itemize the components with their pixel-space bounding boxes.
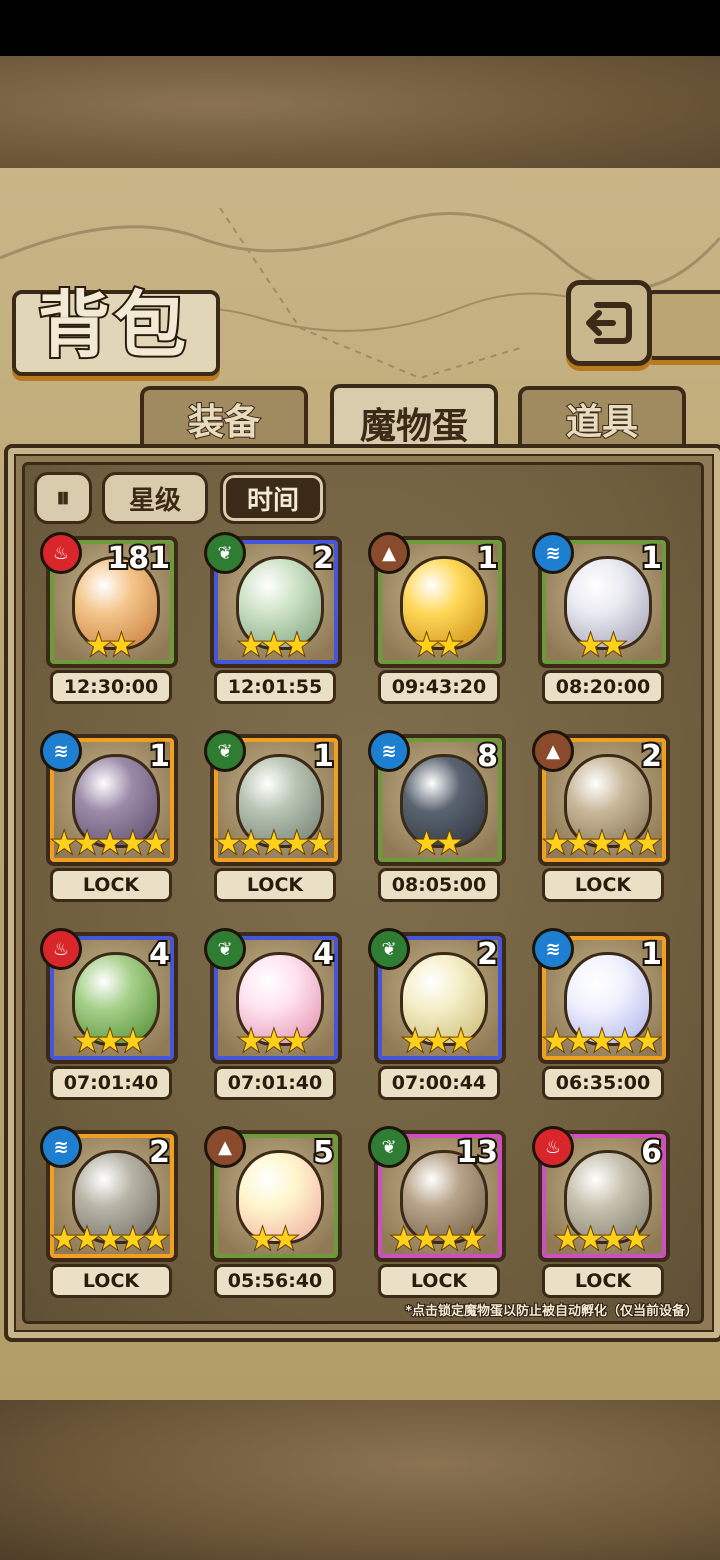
fire-element-icon: ♨ — [532, 1126, 574, 1168]
egg-card[interactable]: ❦ 13 ★★★★ LOCK — [368, 1126, 506, 1298]
star-rating: ★★★ — [401, 1024, 476, 1059]
hatch-timer[interactable]: LOCK — [542, 868, 664, 902]
egg-count: 1 — [311, 738, 336, 776]
hatch-timer[interactable]: LOCK — [378, 1264, 500, 1298]
egg-count: 1 — [475, 540, 500, 578]
hatch-timer[interactable]: LOCK — [50, 868, 172, 902]
star-rating: ★★★★★ — [214, 826, 334, 861]
egg-card[interactable]: ≋ 2 ★★★★★ LOCK — [40, 1126, 178, 1298]
egg-count: 2 — [639, 738, 664, 776]
hatch-timer[interactable]: 07:01:40 — [50, 1066, 172, 1100]
egg-card[interactable]: ♨ 4 ★★★ 07:01:40 — [40, 928, 178, 1100]
back-button[interactable] — [566, 280, 652, 366]
star-rating: ★★★★ — [553, 1222, 651, 1257]
star-rating: ★★ — [412, 628, 464, 663]
back-button-bar — [644, 290, 720, 360]
egg-card[interactable]: ▲ 2 ★★★★★ LOCK — [532, 730, 670, 902]
leaf-element-icon: ❦ — [368, 1126, 410, 1168]
egg-card[interactable]: ❦ 2 ★★★ 12:01:55 — [204, 532, 342, 704]
egg-card[interactable]: ▲ 5 ★★ 05:56:40 — [204, 1126, 342, 1298]
leaf-element-icon: ❦ — [204, 532, 246, 574]
tab-equipment-label: 装备 — [187, 401, 261, 444]
map-background-top — [0, 56, 720, 176]
egg-count: 6 — [639, 1134, 664, 1172]
egg-count: 13 — [454, 1134, 500, 1172]
egg-count: 181 — [105, 540, 172, 578]
egg-card[interactable]: ≋ 8 ★★ 08:05:00 — [368, 730, 506, 902]
egg-count: 1 — [639, 540, 664, 578]
egg-count: 2 — [311, 540, 336, 578]
hatch-timer[interactable]: 12:30:00 — [50, 670, 172, 704]
fire-element-icon: ♨ — [40, 928, 82, 970]
pause-sort-icon: ⏸ — [55, 481, 70, 514]
tab-items-label: 道具 — [565, 401, 639, 444]
hatch-timer[interactable]: 05:56:40 — [214, 1264, 336, 1298]
tab-monster-eggs-label: 魔物蛋 — [359, 406, 468, 447]
star-rating: ★★★★★ — [542, 826, 662, 861]
egg-count: 4 — [147, 936, 172, 974]
egg-card[interactable]: ♨ 181 ★★ 12:30:00 — [40, 532, 178, 704]
hatch-timer[interactable]: LOCK — [214, 868, 336, 902]
tab-items[interactable]: 道具 — [518, 386, 686, 448]
egg-count: 5 — [311, 1134, 336, 1172]
water-element-icon: ≋ — [532, 532, 574, 574]
tab-equipment[interactable]: 装备 — [140, 386, 308, 448]
star-rating: ★★ — [248, 1222, 300, 1257]
egg-count: 2 — [147, 1134, 172, 1172]
water-element-icon: ≋ — [532, 928, 574, 970]
star-rating: ★★★★★ — [50, 1222, 170, 1257]
egg-count: 8 — [475, 738, 500, 776]
lock-hint-text: *点击锁定魔物蛋以防止被自动孵化（仅当前设备） — [404, 1303, 699, 1320]
hatch-timer[interactable]: 09:43:20 — [378, 670, 500, 704]
hatch-timer[interactable]: LOCK — [542, 1264, 664, 1298]
status-bar — [0, 0, 720, 56]
filter-time-button[interactable]: 时间 — [220, 472, 326, 524]
egg-card[interactable]: ♨ 6 ★★★★ LOCK — [532, 1126, 670, 1298]
hatch-timer[interactable]: 06:35:00 — [542, 1066, 664, 1100]
hatch-timer[interactable]: 07:00:44 — [378, 1066, 500, 1100]
egg-count: 4 — [311, 936, 336, 974]
hatch-timer[interactable]: 08:05:00 — [378, 868, 500, 902]
earth-element-icon: ▲ — [368, 532, 410, 574]
fire-element-icon: ♨ — [40, 532, 82, 574]
egg-card[interactable]: ▲ 1 ★★ 09:43:20 — [368, 532, 506, 704]
earth-element-icon: ▲ — [532, 730, 574, 772]
egg-card[interactable]: ≋ 1 ★★ 08:20:00 — [532, 532, 670, 704]
egg-count: 2 — [475, 936, 500, 974]
star-rating: ★★★ — [237, 1024, 312, 1059]
water-element-icon: ≋ — [40, 1126, 82, 1168]
egg-count: 1 — [639, 936, 664, 974]
star-rating: ★★★ — [237, 628, 312, 663]
star-rating: ★★ — [576, 628, 628, 663]
filter-star-button[interactable]: 星级 — [102, 472, 208, 524]
egg-card[interactable]: ❦ 1 ★★★★★ LOCK — [204, 730, 342, 902]
star-rating: ★★ — [412, 826, 464, 861]
water-element-icon: ≋ — [368, 730, 410, 772]
leaf-element-icon: ❦ — [368, 928, 410, 970]
star-rating: ★★ — [84, 628, 136, 663]
sort-toggle-button[interactable]: ⏸ — [34, 472, 92, 524]
map-background-bottom — [0, 1400, 720, 1560]
leaf-element-icon: ❦ — [204, 730, 246, 772]
star-rating: ★★★★ — [389, 1222, 487, 1257]
hatch-timer[interactable]: 07:01:40 — [214, 1066, 336, 1100]
earth-element-icon: ▲ — [204, 1126, 246, 1168]
star-rating: ★★★ — [73, 1024, 148, 1059]
egg-card[interactable]: ≋ 1 ★★★★★ LOCK — [40, 730, 178, 902]
water-element-icon: ≋ — [40, 730, 82, 772]
star-rating: ★★★★★ — [50, 826, 170, 861]
egg-count: 1 — [147, 738, 172, 776]
egg-card[interactable]: ≋ 1 ★★★★★ 06:35:00 — [532, 928, 670, 1100]
back-arrow-icon — [586, 302, 632, 344]
hatch-timer[interactable]: LOCK — [50, 1264, 172, 1298]
leaf-element-icon: ❦ — [204, 928, 246, 970]
hatch-timer[interactable]: 12:01:55 — [214, 670, 336, 704]
star-rating: ★★★★★ — [542, 1024, 662, 1059]
page-title: 背包 — [36, 280, 190, 369]
hatch-timer[interactable]: 08:20:00 — [542, 670, 664, 704]
egg-card[interactable]: ❦ 4 ★★★ 07:01:40 — [204, 928, 342, 1100]
egg-card[interactable]: ❦ 2 ★★★ 07:00:44 — [368, 928, 506, 1100]
